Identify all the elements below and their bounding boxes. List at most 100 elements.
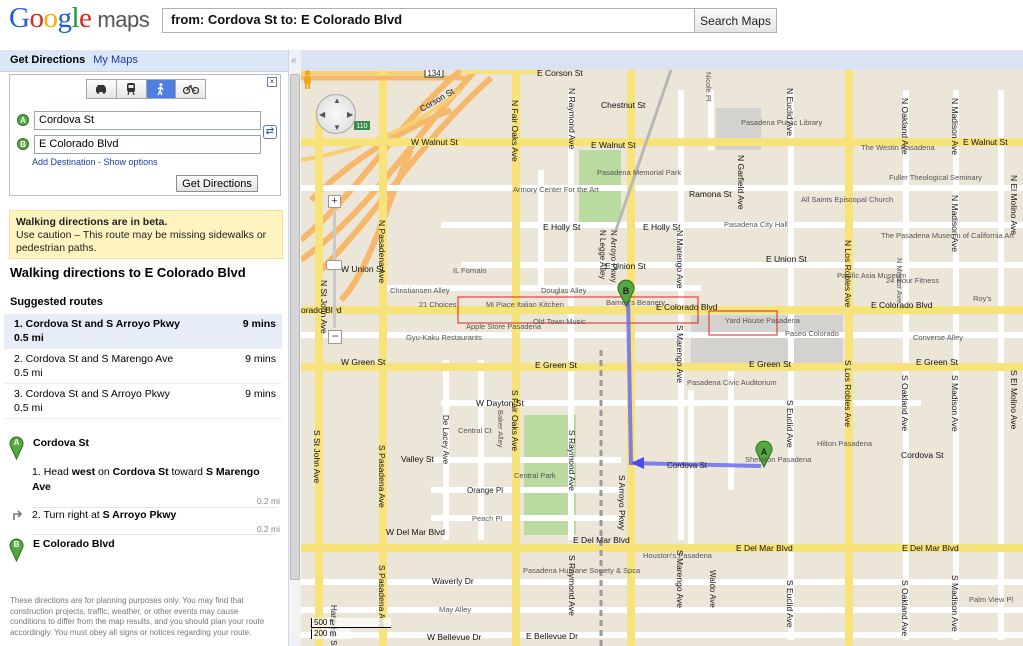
street-label: S Marengo Ave xyxy=(675,325,685,383)
start-field[interactable]: Cordova St xyxy=(34,110,261,130)
street-label: Palm View Pl xyxy=(969,595,1013,604)
zoom-slider-thumb[interactable] xyxy=(326,260,342,270)
directions-panel: Get Directions My Maps × A Cordova St B … xyxy=(0,50,288,646)
street-label: E Del Mar Blvd xyxy=(736,543,793,553)
place-label: Pasadena Memorial Park xyxy=(597,168,681,177)
route-name: 1. Cordova St and S Arroyo Pkwy xyxy=(14,318,180,330)
street-map[interactable]: B A 134 110 E Corson St Corson St W Waln… xyxy=(301,70,1023,646)
pan-up-icon[interactable]: ▲ xyxy=(333,96,341,105)
pan-left-icon[interactable]: ◀ xyxy=(319,110,325,119)
mode-transit[interactable] xyxy=(116,80,147,98)
street-label: N Marengo Ave xyxy=(675,230,685,289)
place-label: 21 Choices xyxy=(419,300,457,309)
street-label: N Madison Ave xyxy=(950,98,960,155)
street-label: S Fair Oaks Ave xyxy=(510,390,520,452)
walk-icon xyxy=(157,82,164,95)
mode-bicycling[interactable] xyxy=(176,80,205,98)
pan-down-icon[interactable]: ▼ xyxy=(333,123,341,132)
street-label: S Raymond Ave xyxy=(567,430,577,491)
place-label: 24 Hour Fitness xyxy=(886,276,939,285)
marker-a-icon: A xyxy=(9,436,24,460)
street-view-pegman-icon[interactable] xyxy=(301,70,314,90)
car-icon xyxy=(96,85,107,94)
pan-right-icon[interactable]: ▶ xyxy=(347,110,353,119)
get-directions-button[interactable]: Get Directions xyxy=(176,175,258,192)
beta-warning: Walking directions are in beta. Use caut… xyxy=(9,210,283,259)
scale-meters: 200 m xyxy=(311,629,351,639)
step-distance: 0.2 mi xyxy=(256,496,280,506)
street-label: E Corson St xyxy=(537,70,583,78)
marker-letter: B xyxy=(14,540,20,549)
route-item[interactable]: 2. Cordova St and S Marengo Ave 9 mins 0… xyxy=(4,349,282,384)
street-label: S Madison Ave xyxy=(950,375,960,432)
street-label: S Euclid Ave xyxy=(785,400,795,448)
street-label: Chestnut St xyxy=(601,100,646,110)
place-label: All Saints Episcopal Church xyxy=(801,195,893,204)
end-field[interactable]: E Colorado Blvd xyxy=(34,134,261,154)
google-maps-logo[interactable]: Google maps xyxy=(9,2,150,35)
zoom-in-button[interactable]: + xyxy=(328,195,341,208)
route-time: 9 mins xyxy=(245,388,276,400)
street-label: S El Molino Ave xyxy=(1009,370,1019,430)
route-name: 2. Cordova St and S Marengo Ave xyxy=(14,353,174,365)
route-time: 9 mins xyxy=(242,318,276,330)
step-start-place: Cordova St xyxy=(33,437,90,449)
scrollbar-thumb[interactable] xyxy=(290,74,300,580)
direction-step[interactable]: 2. Turn right at S Arroyo Pkwy xyxy=(32,508,276,523)
place-label: Gyu-Kaku Restaurants xyxy=(406,333,482,342)
pan-control[interactable]: ▲ ▼ ◀ ▶ xyxy=(316,94,356,134)
directions-form: × A Cordova St B E Colorado Blvd ⇄ Add D… xyxy=(9,74,281,196)
street-label: Ramona St xyxy=(689,189,732,199)
search-maps-button[interactable]: Search Maps xyxy=(694,8,777,33)
collapse-panel-icon[interactable]: « xyxy=(291,55,297,66)
panel-tabs: Get Directions My Maps xyxy=(0,50,288,72)
add-destination-link[interactable]: Add Destination - Show options xyxy=(32,157,158,167)
mode-walking[interactable] xyxy=(146,80,177,98)
place-label: Armory Center For the Art xyxy=(513,185,600,194)
street-label: N Raymond Ave xyxy=(567,88,577,150)
street-label: W Bellevue Dr xyxy=(427,632,481,642)
street-label: W Green St xyxy=(341,357,386,367)
place-label: Apple Store Pasadena xyxy=(466,322,542,331)
route-item[interactable]: 1. Cordova St and S Arroyo Pkwy 9 mins 0… xyxy=(4,314,282,349)
tab-get-directions[interactable]: Get Directions xyxy=(10,54,85,66)
highway-shield-110: 110 xyxy=(354,121,370,130)
street-label: E Green St xyxy=(916,357,959,367)
street-label: Central Ct xyxy=(458,426,493,435)
street-label: N Garfield Ave xyxy=(736,155,746,210)
search-input[interactable]: from: Cordova St to: E Colorado Blvd xyxy=(162,8,695,33)
marker-b-icon: B xyxy=(9,538,24,562)
street-label: N Madison Ave xyxy=(950,195,960,252)
street-label: E Colorado Blvd xyxy=(656,302,718,312)
marker-letter: A xyxy=(14,438,20,447)
place-label: Hilton Pasadena xyxy=(817,439,873,448)
tab-my-maps[interactable]: My Maps xyxy=(93,54,138,66)
street-label: N St John Ave xyxy=(319,280,329,334)
street-label: N Arroyo Pkwy xyxy=(609,230,618,282)
route-distance: 0.5 mi xyxy=(14,402,43,414)
route-item[interactable]: 3. Cordova St and S Arroyo Pkwy 9 mins 0… xyxy=(4,384,282,419)
close-icon[interactable]: × xyxy=(267,77,277,87)
zoom-out-button[interactable]: − xyxy=(328,330,342,344)
mode-driving[interactable] xyxy=(87,80,117,98)
place-label: The Westin Pasadena xyxy=(861,143,935,152)
street-label: S Euclid Ave xyxy=(785,580,795,628)
street-label: S Pasadena Ave xyxy=(377,445,387,508)
svg-text:134: 134 xyxy=(427,70,441,78)
street-label: May Alley xyxy=(439,605,471,614)
suggested-routes-label: Suggested routes xyxy=(10,296,103,308)
street-label: E Bellevue Dr xyxy=(526,631,578,641)
map-canvas[interactable]: B A 134 110 E Corson St Corson St W Waln… xyxy=(301,50,1023,646)
place-label: Barney's Beanery xyxy=(606,298,665,307)
place-label: Fuller Theological Seminary xyxy=(889,173,982,182)
divider xyxy=(32,534,277,535)
swap-icon[interactable]: ⇄ xyxy=(263,125,277,139)
street-label: E Union St xyxy=(766,254,807,264)
route-distance: 0.5 mi xyxy=(14,332,44,344)
street-label: E Holly St xyxy=(543,222,581,232)
street-label: E Walnut St xyxy=(963,137,1008,147)
street-label: S Madison Ave xyxy=(950,575,960,632)
marker-a-icon: A xyxy=(17,114,29,126)
street-label: Waverly Dr xyxy=(432,576,474,586)
direction-step[interactable]: 1. Head west on Cordova St toward S Mare… xyxy=(32,465,276,495)
